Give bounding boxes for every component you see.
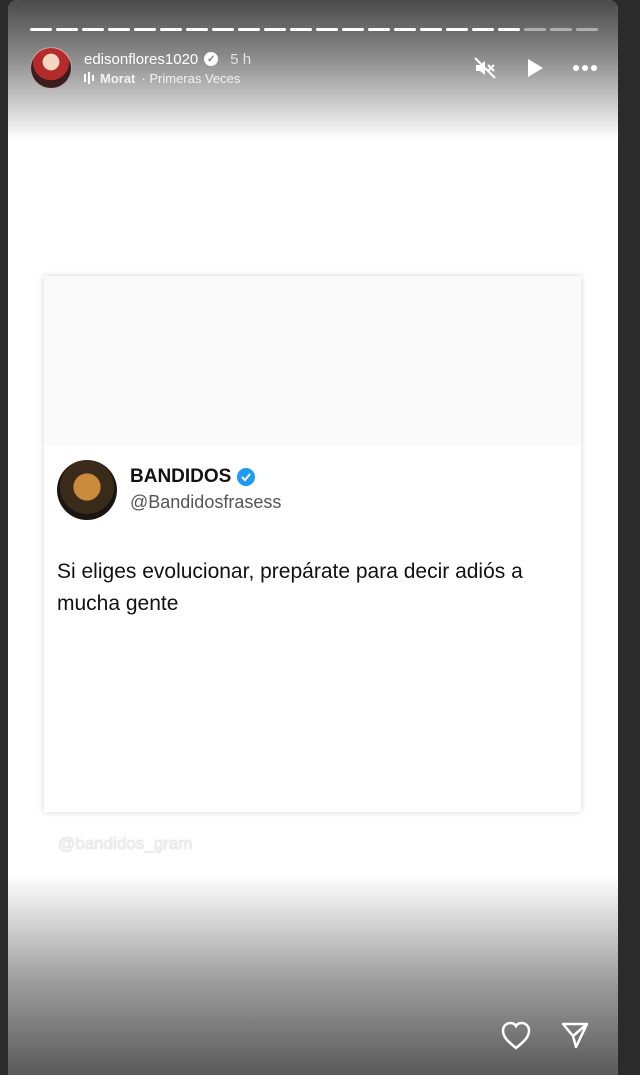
music-info[interactable]: Morat · Primeras Veces	[84, 71, 251, 86]
progress-segment	[446, 28, 468, 31]
progress-segment	[108, 28, 130, 31]
username[interactable]: edisonflores1020	[84, 51, 198, 68]
play-icon[interactable]	[522, 55, 548, 81]
story-footer	[500, 1020, 590, 1055]
story-header: edisonflores1020 ✓ 5 h Morat · Primeras …	[30, 46, 598, 90]
progress-segment	[550, 28, 572, 31]
tweet-author-name: BANDIDOS	[130, 466, 232, 487]
progress-segment	[238, 28, 260, 31]
tweet-handle: @Bandidosfrasess	[130, 492, 282, 512]
progress-segment	[212, 28, 234, 31]
progress-segment	[82, 28, 104, 31]
progress-segment	[576, 28, 598, 31]
music-artist: Morat	[100, 70, 136, 86]
heart-icon[interactable]	[500, 1020, 532, 1055]
progress-segment	[420, 28, 442, 31]
speaker-muted-icon[interactable]	[472, 55, 498, 81]
tweet-avatar	[57, 460, 117, 520]
avatar[interactable]	[30, 47, 72, 89]
music-song: · Primeras Veces	[141, 70, 241, 86]
tweet-card: BANDIDOS @Bandidosfrasess Si eliges evol…	[44, 276, 581, 812]
progress-segment	[264, 28, 286, 31]
story-viewer[interactable]: edisonflores1020 ✓ 5 h Morat · Primeras …	[8, 0, 618, 1075]
progress-segment	[134, 28, 156, 31]
progress-segment	[316, 28, 338, 31]
verified-badge-icon	[237, 468, 256, 486]
post-time: 5 h	[230, 50, 252, 68]
tweet-text: Si eliges evolucionar, prepárate para de…	[57, 560, 523, 615]
progress-segment	[498, 28, 520, 31]
progress-segment	[290, 28, 312, 31]
tweet-author: BANDIDOS	[130, 466, 256, 488]
progress-segment	[524, 28, 546, 31]
progress-segment	[394, 28, 416, 31]
more-dots-icon[interactable]	[572, 55, 598, 81]
progress-segment	[160, 28, 182, 31]
progress-segment	[368, 28, 390, 31]
card-top-area	[44, 276, 581, 446]
verified-icon: ✓	[204, 52, 219, 66]
story-progress-bar	[30, 28, 598, 31]
progress-segment	[472, 28, 494, 31]
audio-bars-icon	[84, 72, 94, 84]
watermark: @bandidos_gram	[58, 834, 193, 853]
send-icon[interactable]	[560, 1020, 590, 1055]
progress-segment	[186, 28, 208, 31]
progress-segment	[56, 28, 78, 31]
progress-segment	[342, 28, 364, 31]
progress-segment	[30, 28, 52, 31]
